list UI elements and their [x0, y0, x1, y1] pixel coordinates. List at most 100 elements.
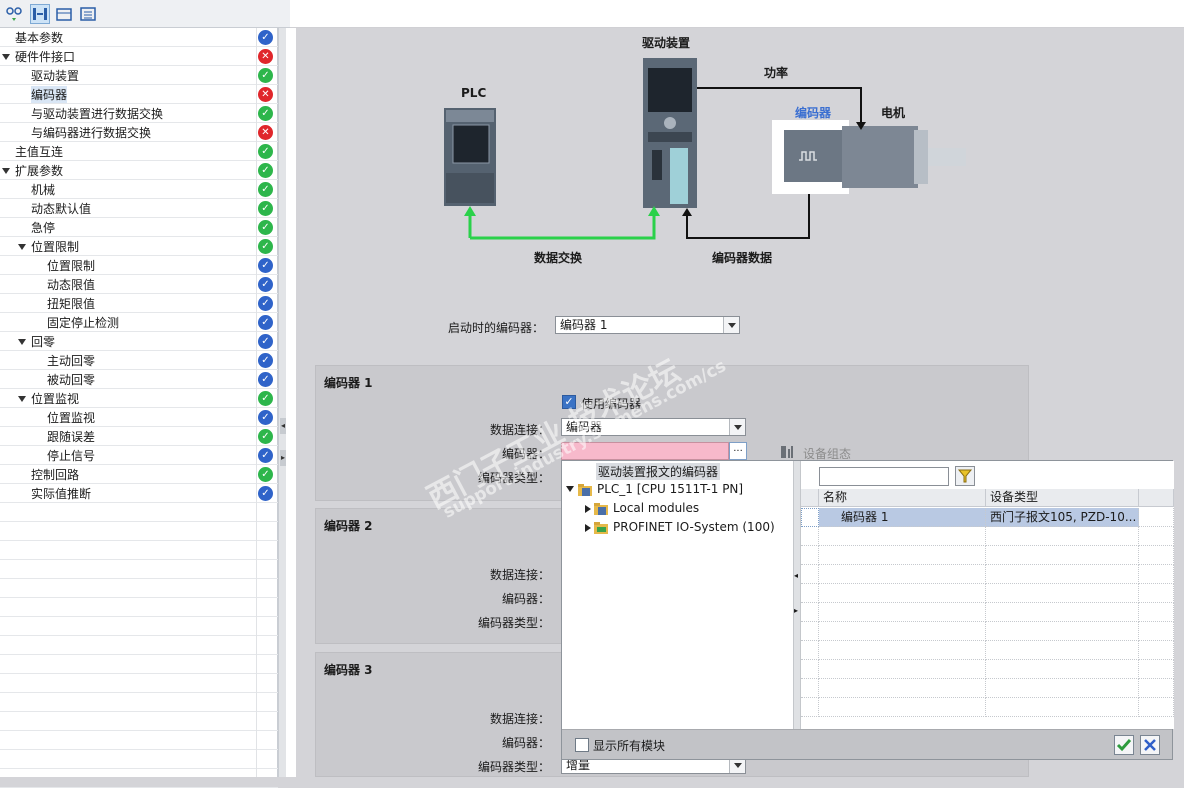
- startup-encoder-value: 编码器 1: [560, 318, 608, 332]
- tree-item[interactable]: 硬件件接口 ✕: [0, 47, 278, 66]
- ok-status-icon: ✓: [258, 68, 273, 83]
- tree-item[interactable]: 位置监视 ✓: [0, 389, 278, 408]
- tree-item[interactable]: 驱动装置 ✓: [0, 66, 278, 85]
- expand-right-icon[interactable]: ▸: [794, 606, 798, 615]
- tree-item[interactable]: 动态限值 ✓: [0, 275, 278, 294]
- tree-item[interactable]: 被动回零 ✓: [0, 370, 278, 389]
- tree-item-label: 固定停止检测: [47, 315, 120, 330]
- tree-empty-row: [0, 769, 278, 788]
- encoder2-encoder-label: 编码器：: [502, 592, 551, 606]
- tree-item[interactable]: 与编码器进行数据交换 ✕: [0, 123, 278, 142]
- empty-cell: [986, 546, 1139, 565]
- panel-splitter[interactable]: ◂ ▸: [278, 28, 286, 777]
- tree-item-label: 位置限制: [31, 239, 80, 254]
- tree-item[interactable]: 主动回零 ✓: [0, 351, 278, 370]
- tree-item[interactable]: 编码器 ✕: [0, 85, 278, 104]
- network-view-icon[interactable]: [4, 4, 24, 24]
- filter-input[interactable]: [819, 467, 949, 486]
- collapse-left-icon[interactable]: ◂: [794, 571, 798, 580]
- tree-item[interactable]: 扩展参数 ✓: [0, 161, 278, 180]
- tree-item[interactable]: 位置限制 ✓: [0, 237, 278, 256]
- tree-item-label: 急停: [31, 220, 56, 235]
- tree-empty-row: [0, 674, 278, 693]
- ok-status-icon: ✓: [258, 201, 273, 216]
- tree-empty-row: [0, 731, 278, 750]
- tree-item[interactable]: 急停 ✓: [0, 218, 278, 237]
- empty-cell: [986, 603, 1139, 622]
- collapse-icon[interactable]: [54, 4, 74, 24]
- collapse-arrow-icon[interactable]: [585, 524, 591, 532]
- tree-item[interactable]: 停止信号 ✓: [0, 446, 278, 465]
- browse-button[interactable]: ...: [729, 442, 747, 460]
- chevron-down-icon[interactable]: [729, 419, 745, 435]
- expand-caret-icon[interactable]: [2, 168, 10, 174]
- tree-item[interactable]: 控制回路 ✓: [0, 465, 278, 484]
- expand-arrow-icon[interactable]: [566, 486, 574, 492]
- empty-cell: [1139, 546, 1174, 565]
- error-status-icon: ✕: [258, 87, 273, 102]
- row-type-cell[interactable]: 西门子报文105, PZD-10...: [986, 508, 1139, 527]
- list-view-icon[interactable]: [78, 4, 98, 24]
- checkmark-icon: [1116, 739, 1132, 752]
- tree-item[interactable]: 回零 ✓: [0, 332, 278, 351]
- tree-item[interactable]: 位置监视 ✓: [0, 408, 278, 427]
- confirm-button[interactable]: [1114, 735, 1134, 755]
- tree-empty-row: [0, 560, 278, 579]
- info-status-icon: ✓: [258, 353, 273, 368]
- empty-cell: [1139, 527, 1174, 546]
- tree-item[interactable]: 主值互连 ✓: [0, 142, 278, 161]
- tree-item[interactable]: 与驱动装置进行数据交换 ✓: [0, 104, 278, 123]
- tree-item[interactable]: 跟随误差 ✓: [0, 427, 278, 446]
- tree-item-label: 位置限制: [47, 258, 96, 273]
- tree-empty-row: [0, 579, 278, 598]
- expand-caret-icon[interactable]: [18, 244, 26, 250]
- expand-caret-icon[interactable]: [2, 54, 10, 60]
- column-type-header[interactable]: 设备类型: [986, 489, 1139, 507]
- info-status-icon: ✓: [258, 315, 273, 330]
- column-name-header[interactable]: 名称: [819, 489, 986, 507]
- popup-device-tree: 驱动装置报文的编码器 PLC_1 [CPU 1511T-1 PN] Local …: [562, 461, 793, 729]
- empty-cell: [801, 546, 819, 565]
- row-name-cell[interactable]: 编码器 1: [819, 508, 986, 527]
- tree-item[interactable]: 动态默认值 ✓: [0, 199, 278, 218]
- expand-caret-icon[interactable]: [18, 339, 26, 345]
- tree-item[interactable]: 基本参数 ✓: [0, 28, 278, 47]
- error-status-icon: ✕: [258, 125, 273, 140]
- popup-splitter[interactable]: ◂ ▸: [793, 461, 801, 729]
- expand-all-icon[interactable]: [30, 4, 50, 24]
- chevron-down-icon[interactable]: [723, 317, 739, 333]
- tree-item-label: 扩展参数: [15, 163, 64, 178]
- tree-item-label: 动态默认值: [31, 201, 92, 216]
- main-gap: [286, 28, 296, 777]
- data-exchange-label: 数据交换: [534, 251, 583, 265]
- popup-node-drive-telegram[interactable]: 驱动装置报文的编码器: [596, 463, 721, 480]
- popup-node-local-modules[interactable]: Local modules: [613, 501, 699, 515]
- info-status-icon: ✓: [258, 296, 273, 311]
- tree-item-label: 与驱动装置进行数据交换: [31, 106, 164, 121]
- tree-item[interactable]: 扭矩限值 ✓: [0, 294, 278, 313]
- cancel-button[interactable]: [1140, 735, 1160, 755]
- filter-button[interactable]: [955, 466, 975, 486]
- empty-cell: [819, 603, 986, 622]
- popup-node-profinet[interactable]: PROFINET IO-System (100): [613, 520, 775, 534]
- show-all-modules-checkbox[interactable]: [575, 738, 589, 752]
- tree-item[interactable]: 位置限制 ✓: [0, 256, 278, 275]
- collapse-arrow-icon[interactable]: [585, 505, 591, 513]
- tree-item-label: 控制回路: [31, 467, 80, 482]
- popup-node-plc[interactable]: PLC_1 [CPU 1511T-1 PN]: [597, 482, 743, 496]
- row-marker[interactable]: [801, 508, 819, 527]
- encoder1-title: 编码器 1: [324, 376, 373, 390]
- expand-caret-icon[interactable]: [18, 396, 26, 402]
- startup-encoder-select[interactable]: 编码器 1: [555, 316, 740, 334]
- encoder2-data-conn-label: 数据连接：: [490, 568, 551, 582]
- info-status-icon: ✓: [258, 486, 273, 501]
- tree-empty-row: [0, 712, 278, 731]
- tree-item[interactable]: 固定停止检测 ✓: [0, 313, 278, 332]
- tree-item[interactable]: 实际值推断 ✓: [0, 484, 278, 503]
- plc-label: PLC: [461, 86, 487, 100]
- ok-status-icon: ✓: [258, 220, 273, 235]
- tree-item[interactable]: 机械 ✓: [0, 180, 278, 199]
- tree-empty-row: [0, 655, 278, 674]
- tree-item-label: 扭矩限值: [47, 296, 96, 311]
- empty-cell: [819, 660, 986, 679]
